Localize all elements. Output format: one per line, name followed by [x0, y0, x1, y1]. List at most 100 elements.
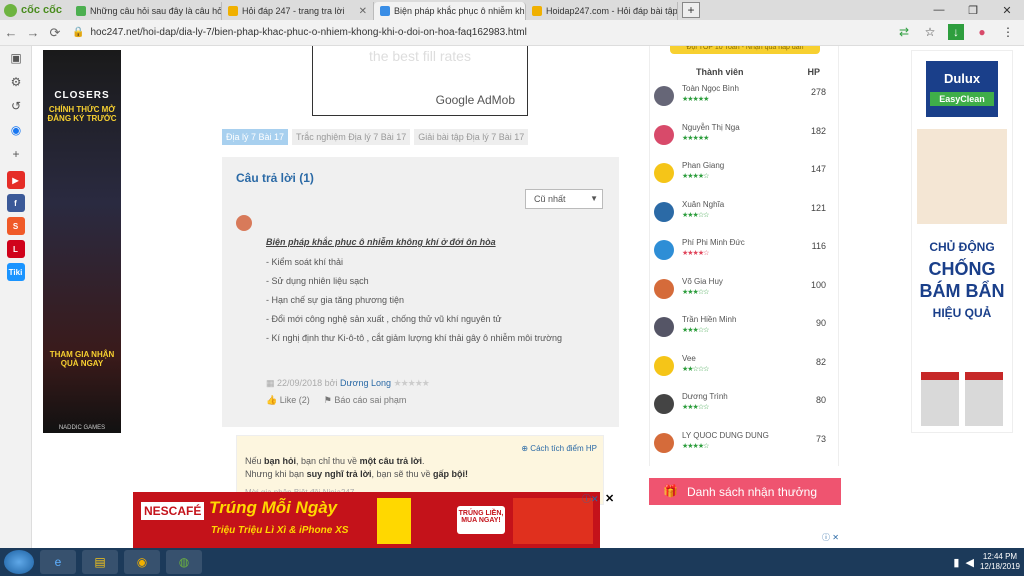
ad-right-close-icon[interactable]: ⓘ ✕ [822, 532, 839, 543]
menu-icon[interactable]: ⋮ [1000, 24, 1016, 40]
avatar [654, 240, 674, 260]
extensions: ⇄ ☆ ↓ ● ⋮ [896, 24, 1016, 40]
ad-bottom-banner[interactable]: NESCAFÉ Trúng Mỗi Ngày Triệu Triệu Lì Xì… [133, 492, 600, 548]
plus-circle-icon: ⊕ [521, 444, 529, 453]
back-icon[interactable]: ← [0, 25, 22, 40]
lock-icon: 🔒 [72, 27, 85, 38]
tab-title: Những câu hỏi sau đây là câu hỏi [90, 6, 222, 16]
tab-3[interactable]: Biện pháp khắc phục ô nhiễm khô✕ [374, 2, 526, 20]
ad-right-h3: HIỆU QUẢ [932, 306, 992, 320]
network-icon[interactable]: ▮ [953, 556, 959, 569]
ranking-row[interactable]: Phan Giang ★★★★☆ 147 [650, 161, 840, 199]
shopee-icon[interactable]: S [6, 217, 25, 235]
lazada-icon[interactable]: L [6, 240, 25, 258]
caret-down-icon: ▼ [590, 194, 598, 203]
tab-4[interactable]: Hoidap247.com - Hỏi đáp bài tập✕ [526, 2, 678, 20]
minimize-button[interactable]: — [922, 0, 956, 20]
ad-left-subtitle: CHÍNH THỨC MỞ ĐĂNG KÝ TRƯỚC [47, 105, 117, 123]
ranking-row[interactable]: Xuân Nghĩa ★★★☆☆ 121 [650, 200, 840, 238]
start-button[interactable] [4, 550, 34, 574]
star-icon[interactable]: ☆ [922, 24, 938, 40]
ranking-row[interactable]: Phí Phi Minh Đức ★★★★☆ 116 [650, 238, 840, 276]
tab-2[interactable]: Hỏi đáp 247 - trang tra lời ✕ [222, 2, 374, 20]
answer-actions: 👍 Like (2) ⚑ Báo cáo sai phạm [266, 395, 406, 406]
url-field[interactable]: 🔒 hoc247.net/hoi-dap/dia-ly-7/bien-phap-k… [72, 27, 527, 38]
browser-brand[interactable]: cốc cốc [0, 3, 70, 17]
answer-title: Biện pháp khắc phục ô nhiễm không khí ở … [266, 237, 496, 247]
ad-right-banner[interactable]: Dulux EasyClean CHỦ ĐỘNG CHỐNG BÁM BẨN HIỆU… [911, 50, 1013, 433]
close-window-button[interactable]: ✕ [990, 0, 1024, 20]
points-guide-link[interactable]: ⊕ Cách tích điểm HP [521, 444, 597, 453]
calendar-icon: ▦ [266, 378, 275, 388]
member-hp: 147 [810, 164, 826, 174]
avatar [654, 394, 674, 414]
col-hp-header: HP [807, 67, 820, 77]
answer-meta: ▦ 22/09/2018 bởi Dương Long ★★★★★ [266, 378, 430, 389]
member-name: LY QUOC DUNG DUNG [682, 430, 769, 440]
rating-stars-icon: ★★★☆☆ [682, 211, 709, 219]
forward-icon[interactable]: → [22, 25, 44, 40]
like-button[interactable]: 👍 Like (2) [266, 395, 310, 406]
rating-stars-icon: ★★★☆☆ [682, 327, 709, 334]
avatar [654, 86, 674, 106]
reload-icon[interactable]: ⟳ [44, 25, 66, 41]
tag-link[interactable]: Giải bài tập Địa lý 7 Bài 17 [414, 129, 529, 145]
download-icon[interactable]: ↓ [948, 24, 964, 40]
tiki-icon[interactable]: Tiki [6, 263, 25, 281]
address-bar: ← → ⟳ 🔒 hoc247.net/hoi-dap/dia-ly-7/bien-… [0, 20, 1024, 46]
ranking-row[interactable]: Dương Trình ★★★☆☆ 80 [650, 392, 840, 430]
ad-info-icon[interactable]: ⓘ✕ [582, 492, 599, 505]
tab-1[interactable]: Những câu hỏi sau đây là câu hỏi✕ [70, 2, 222, 20]
promo-text: , bạn sẽ thu về [371, 469, 434, 479]
file-explorer-icon[interactable]: ▤ [82, 550, 118, 574]
answer-section: Câu trả lời (1) Cũ nhất ▼ Biện pháp khắc … [222, 157, 619, 427]
avatar [654, 163, 674, 183]
ranking-row[interactable]: LY QUOC DUNG DUNG ★★★★☆ 73 [650, 431, 840, 469]
messenger-icon[interactable]: ◉ [0, 118, 32, 142]
add-app-icon[interactable]: + [0, 142, 32, 166]
profile-icon[interactable]: ● [974, 24, 990, 40]
ranking-row[interactable]: Trần Hiền Minh ★★★☆☆ 90 [650, 315, 840, 353]
member-hp: 73 [815, 433, 826, 444]
ranking-row[interactable]: Toàn Ngọc Bình ★★★★★ 278 [650, 84, 840, 122]
ranking-row[interactable]: Võ Gia Huy ★★★☆☆ 100 [650, 277, 840, 315]
coccoc-icon[interactable]: ◍ [166, 550, 202, 574]
youtube-icon[interactable]: ▶ [6, 171, 25, 189]
new-tab-button[interactable]: + [682, 2, 700, 18]
promo-bold: gấp bội! [433, 469, 469, 479]
tag-link[interactable]: Địa lý 7 Bài 17 [222, 129, 289, 145]
ad-bottom-close-button[interactable]: ✕ [605, 492, 614, 505]
close-tab-icon[interactable]: ✕ [359, 6, 367, 17]
volume-icon[interactable]: ◀ [965, 556, 973, 569]
ad-left-banner[interactable]: CLOSERS CHÍNH THỨC MỞ ĐĂNG KÝ TRƯỚC THAM… [43, 50, 121, 433]
tag-link[interactable]: Trắc nghiệm Địa lý 7 Bài 17 [292, 129, 411, 145]
avatar[interactable] [236, 215, 252, 231]
maximize-button[interactable]: ❐ [956, 0, 990, 20]
ad-right-image [917, 129, 1007, 224]
promo-text: Nếu [245, 456, 265, 466]
paint-cans-image [918, 372, 1006, 426]
settings-icon[interactable]: ⚙ [0, 70, 32, 94]
admob-banner[interactable]: the best fill rates Google AdMob [312, 46, 528, 116]
ie-icon[interactable]: e [40, 550, 76, 574]
panel-toggle-icon[interactable]: ▣ [0, 46, 32, 70]
report-label: Báo cáo sai phạm [334, 395, 407, 405]
reward-list-button[interactable]: 🎁 Danh sách nhận thưởng [649, 478, 841, 505]
ranking-banner[interactable]: Đội TOP 10 Toán - Nhận quà hấp dẫn [670, 46, 820, 54]
ranking-row[interactable]: Vee ★★☆☆☆ 82 [650, 354, 840, 392]
chrome-icon[interactable]: ◉ [124, 550, 160, 574]
history-icon[interactable]: ↺ [0, 94, 32, 118]
answer-author[interactable]: Dương Long [340, 378, 391, 388]
rating-stars-icon: ★★★★★ [393, 378, 430, 388]
clock-time: 12:44 PM [982, 552, 1018, 561]
translate-icon[interactable]: ⇄ [896, 24, 912, 40]
col-member-header: Thành viên [696, 67, 744, 77]
facebook-icon[interactable]: f [6, 194, 25, 212]
report-button[interactable]: ⚑ Báo cáo sai phạm [324, 395, 407, 406]
member-name: Trần Hiền Minh [682, 315, 737, 324]
avatar [654, 355, 674, 376]
ranking-row[interactable]: Nguyễn Thị Nga ★★★★★ 182 [650, 123, 840, 161]
sort-select[interactable]: Cũ nhất ▼ [525, 189, 603, 209]
tab-favicon-icon [228, 6, 238, 16]
clock[interactable]: 12:44 PM 12/18/2019 [980, 552, 1020, 572]
